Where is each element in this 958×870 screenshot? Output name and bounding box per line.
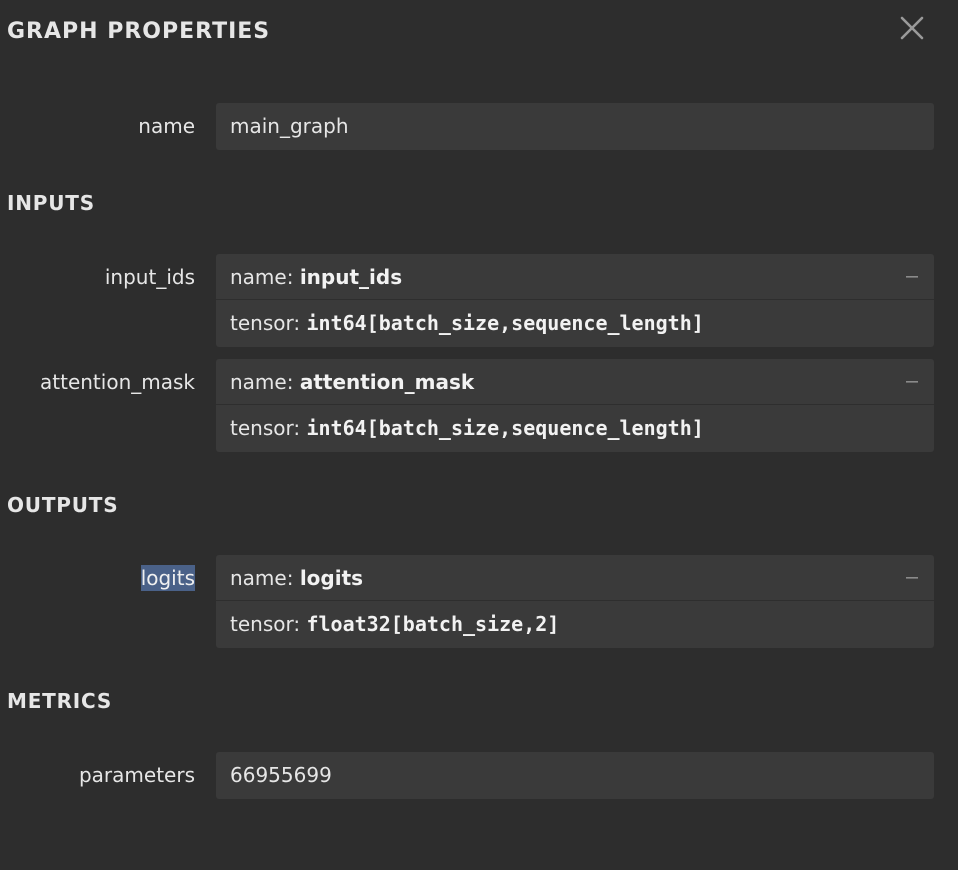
input-name-line: name: attention_mask — [216, 359, 934, 405]
output-card-logits: name: logits tensor: float32[batch_size,… — [216, 555, 934, 648]
tensor-key: tensor: — [230, 416, 307, 440]
tensor-key: tensor: — [230, 612, 307, 636]
graph-name-field[interactable]: main_graph — [216, 103, 934, 150]
parameters-field[interactable]: 66955699 — [216, 752, 934, 799]
collapse-button[interactable] — [904, 359, 920, 404]
minus-icon — [906, 577, 918, 579]
close-button[interactable] — [896, 12, 928, 44]
input-tensor-value: int64[batch_size,sequence_length] — [306, 416, 704, 440]
metrics-heading: METRICS — [7, 689, 113, 713]
collapse-button[interactable] — [904, 555, 920, 600]
parameters-label: parameters — [78, 763, 195, 787]
input-label-attention-mask[interactable]: attention_mask — [40, 369, 195, 395]
output-name-line: name: logits — [216, 555, 934, 601]
minus-icon — [906, 381, 918, 383]
graph-name-label: name — [138, 114, 195, 138]
minus-icon — [906, 276, 918, 278]
panel-title: GRAPH PROPERTIES — [7, 19, 271, 44]
output-label-logits[interactable]: logits — [140, 565, 195, 591]
input-tensor-line: tensor: int64[batch_size,sequence_length… — [216, 405, 934, 451]
inputs-heading: INPUTS — [7, 191, 95, 215]
output-name-value: logits — [299, 566, 364, 590]
close-icon — [900, 16, 924, 40]
collapse-button[interactable] — [904, 254, 920, 299]
input-tensor-line: tensor: int64[batch_size,sequence_length… — [216, 300, 934, 346]
input-name-value: input_ids — [299, 265, 403, 289]
name-key: name: — [230, 265, 300, 289]
output-tensor-line: tensor: float32[batch_size,2] — [216, 601, 934, 647]
input-name-value: attention_mask — [299, 370, 475, 394]
input-card-input-ids: name: input_ids tensor: int64[batch_size… — [216, 254, 934, 347]
name-key: name: — [230, 370, 300, 394]
input-name-line: name: input_ids — [216, 254, 934, 300]
output-tensor-value: float32[batch_size,2] — [306, 612, 560, 636]
input-tensor-value: int64[batch_size,sequence_length] — [306, 311, 704, 335]
outputs-heading: OUTPUTS — [7, 493, 119, 517]
input-label-input-ids[interactable]: input_ids — [105, 264, 195, 290]
tensor-key: tensor: — [230, 311, 307, 335]
input-card-attention-mask: name: attention_mask tensor: int64[batch… — [216, 359, 934, 452]
name-key: name: — [230, 566, 300, 590]
